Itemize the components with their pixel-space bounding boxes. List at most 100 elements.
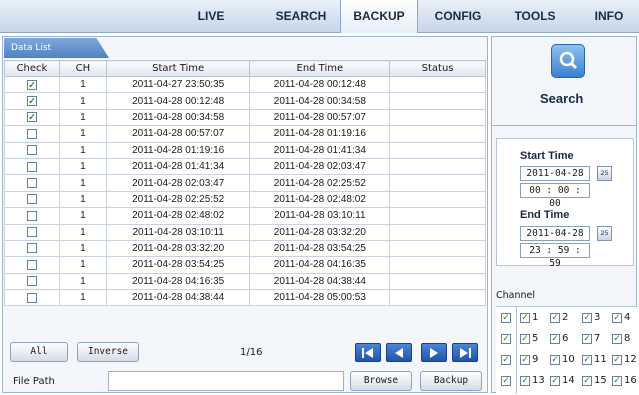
- channel-checkbox[interactable]: ✓: [550, 354, 560, 365]
- channel-checkbox[interactable]: ✓: [550, 312, 560, 323]
- row-checkbox[interactable]: [26, 161, 37, 172]
- row-end-cell: 2011-04-28 03:10:11: [249, 207, 391, 225]
- row-checkbox[interactable]: [26, 128, 37, 139]
- prev-page-button[interactable]: [386, 343, 412, 362]
- browse-button[interactable]: Browse: [350, 371, 412, 391]
- row-checkbox[interactable]: ✓: [26, 112, 37, 123]
- channel-checkbox[interactable]: ✓: [520, 312, 530, 323]
- row-checkbox[interactable]: [26, 259, 37, 270]
- table-row[interactable]: ✓ 1 2011-04-28 00:34:58 2011-04-28 00:57:07: [4, 108, 486, 127]
- table-row[interactable]: 1 2011-04-28 03:32:20 2011-04-28 03:54:25: [4, 239, 486, 258]
- channel-checkbox[interactable]: ✓: [520, 354, 530, 365]
- row-status-cell: [389, 289, 486, 307]
- channel-checkbox[interactable]: ✓: [582, 333, 592, 344]
- table-row[interactable]: 1 2011-04-28 02:48:02 2011-04-28 03:10:11: [4, 207, 486, 225]
- next-page-button[interactable]: [421, 343, 447, 362]
- row-checkbox[interactable]: [26, 227, 37, 238]
- channel-item[interactable]: ✓ 13: [520, 375, 545, 386]
- tab-config[interactable]: CONFIG: [418, 0, 498, 33]
- row-checkbox[interactable]: ✓: [26, 79, 37, 90]
- channel-checkbox[interactable]: ✓: [582, 354, 592, 365]
- row-checkbox[interactable]: [26, 194, 37, 205]
- channel-checkbox[interactable]: ✓: [550, 375, 560, 386]
- end-date-field[interactable]: 2011-04-28: [520, 226, 590, 241]
- channel-item[interactable]: ✓ 9: [520, 354, 538, 365]
- channel-item[interactable]: ✓ 7: [582, 333, 600, 344]
- row-start-cell: 2011-04-28 00:34:58: [105, 108, 251, 127]
- channel-row: ✓ ✓ 1 ✓ 2 ✓ 3 ✓ 4: [496, 309, 637, 327]
- row-status-cell: [389, 207, 486, 225]
- row-checkbox[interactable]: ✓: [26, 95, 37, 106]
- table-row[interactable]: ✓ 1 2011-04-28 00:12:48 2011-04-28 00:34:58: [4, 92, 486, 110]
- inverse-selection-button[interactable]: Inverse: [77, 342, 139, 362]
- channel-checkbox[interactable]: ✓: [582, 375, 592, 386]
- tab-info[interactable]: INFO: [580, 0, 638, 33]
- search-button[interactable]: [551, 44, 585, 78]
- tab-backup[interactable]: BACKUP: [340, 0, 418, 33]
- channel-item[interactable]: ✓ 3: [582, 312, 600, 323]
- table-row[interactable]: ✓ 1 2011-04-27 23:50:35 2011-04-28 00:12:48: [4, 75, 486, 94]
- table-row[interactable]: 1 2011-04-28 04:16:35 2011-04-28 04:38:44: [4, 272, 486, 291]
- channel-checkbox[interactable]: ✓: [612, 354, 622, 365]
- row-check-cell: [4, 190, 60, 209]
- data-list-tab[interactable]: Data List: [4, 38, 109, 58]
- channel-item[interactable]: ✓ 1: [520, 312, 538, 323]
- table-row[interactable]: 1 2011-04-28 02:03:47 2011-04-28 02:25:52: [4, 174, 486, 192]
- row-ch-cell: 1: [58, 256, 107, 274]
- channel-checkbox[interactable]: ✓: [520, 333, 530, 344]
- row-status-cell: [389, 223, 486, 241]
- channel-item[interactable]: ✓ 15: [582, 375, 607, 386]
- row-checkbox[interactable]: [26, 276, 37, 287]
- channel-item[interactable]: ✓ 11: [582, 354, 607, 365]
- row-checkbox[interactable]: [26, 243, 37, 254]
- end-date-calendar-button[interactable]: 25: [597, 226, 612, 241]
- channel-row-select-all-checkbox[interactable]: ✓: [501, 313, 511, 323]
- row-checkbox[interactable]: [26, 292, 37, 303]
- channel-checkbox[interactable]: ✓: [550, 333, 560, 344]
- first-page-button[interactable]: [355, 343, 381, 362]
- table-row[interactable]: 1 2011-04-28 04:38:44 2011-04-28 05:00:53: [4, 289, 486, 307]
- channel-item[interactable]: ✓ 2: [550, 312, 568, 323]
- channel-row-select-all-checkbox[interactable]: ✓: [501, 334, 511, 344]
- select-all-button[interactable]: All: [10, 342, 68, 362]
- channel-number-label: 4: [624, 312, 631, 323]
- backup-button[interactable]: Backup: [420, 371, 482, 391]
- channel-item[interactable]: ✓ 10: [550, 354, 575, 365]
- channel-checkbox[interactable]: ✓: [520, 375, 530, 386]
- table-row[interactable]: 1 2011-04-28 03:54:25 2011-04-28 04:16:35: [4, 256, 486, 274]
- table-row[interactable]: 1 2011-04-28 01:19:16 2011-04-28 01:41:34: [4, 141, 486, 159]
- start-time-field[interactable]: 00 : 00 : 00: [520, 183, 590, 209]
- channel-checkbox[interactable]: ✓: [612, 375, 622, 386]
- file-path-input[interactable]: [108, 371, 344, 391]
- tab-tools[interactable]: TOOLS: [498, 0, 572, 33]
- tab-search[interactable]: SEARCH: [262, 0, 340, 33]
- table-row[interactable]: 1 2011-04-28 03:10:11 2011-04-28 03:32:20: [4, 223, 486, 241]
- table-row[interactable]: 1 2011-04-28 01:41:34 2011-04-28 02:03:47: [4, 157, 486, 176]
- row-checkbox[interactable]: [26, 145, 37, 156]
- channel-checkbox[interactable]: ✓: [612, 312, 622, 323]
- channel-item[interactable]: ✓ 16: [612, 375, 637, 386]
- channel-item[interactable]: ✓ 5: [520, 333, 538, 344]
- channel-row-select-all-checkbox[interactable]: ✓: [501, 355, 511, 365]
- row-checkbox[interactable]: [26, 177, 37, 188]
- channel-item[interactable]: ✓ 12: [612, 354, 637, 365]
- channel-checkbox[interactable]: ✓: [612, 333, 622, 344]
- next-page-icon: [430, 347, 438, 358]
- channel-item[interactable]: ✓ 8: [612, 333, 630, 344]
- row-check-cell: ✓: [4, 75, 60, 94]
- start-date-calendar-button[interactable]: 25: [597, 166, 612, 181]
- tab-live[interactable]: LIVE: [176, 0, 246, 33]
- channel-item[interactable]: ✓ 4: [612, 312, 630, 323]
- channel-item[interactable]: ✓ 6: [550, 333, 568, 344]
- channel-row: ✓ ✓ 5 ✓ 6 ✓ 7 ✓ 8: [496, 330, 637, 348]
- table-row[interactable]: 1 2011-04-28 00:57:07 2011-04-28 01:19:16: [4, 125, 486, 143]
- end-time-field[interactable]: 23 : 59 : 59: [520, 243, 590, 269]
- channel-checkbox[interactable]: ✓: [582, 312, 592, 323]
- channel-item[interactable]: ✓ 14: [550, 375, 575, 386]
- row-checkbox[interactable]: [26, 210, 37, 221]
- last-page-button[interactable]: [452, 343, 478, 362]
- channel-row-select-all-checkbox[interactable]: ✓: [501, 376, 511, 386]
- page-indicator: 1/16: [240, 347, 263, 358]
- table-row[interactable]: 1 2011-04-28 02:25:52 2011-04-28 02:48:02: [4, 190, 486, 209]
- start-date-field[interactable]: 2011-04-28: [520, 166, 590, 181]
